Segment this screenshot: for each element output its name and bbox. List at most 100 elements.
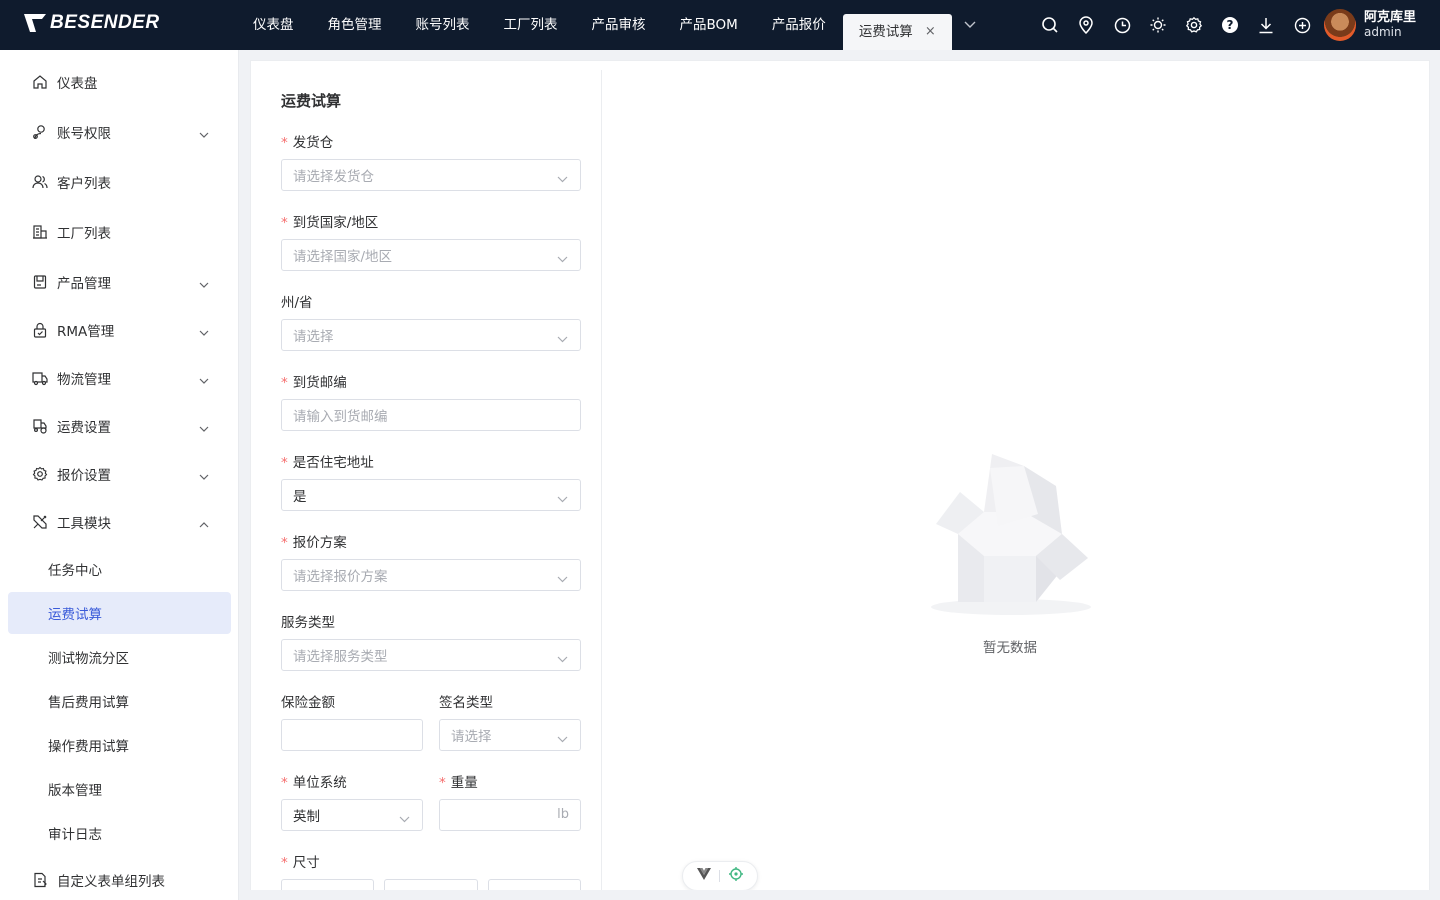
gear-icon[interactable] (1176, 0, 1212, 50)
sidebar-item-account-permissions[interactable]: 账号权限 (0, 110, 239, 154)
plus-circle-icon[interactable] (1284, 0, 1320, 50)
sidebar-item-label: 产品管理 (57, 276, 111, 292)
chevron-down-icon (199, 276, 209, 292)
vue-logo-icon[interactable] (697, 868, 712, 884)
close-icon[interactable]: × (925, 14, 936, 50)
target-icon[interactable] (728, 867, 743, 885)
chevron-down-icon (199, 420, 209, 436)
sidebar-subitem-audit-log[interactable]: 审计日志 (8, 812, 231, 854)
sidebar-subitem-freight-calc[interactable]: 运费试算 (8, 592, 231, 634)
size-label-text: 尺寸 (292, 855, 320, 871)
gear-icon (32, 466, 48, 482)
nav-tab-active-label: 运费试算 (858, 24, 913, 40)
nav-tab-accounts[interactable]: 账号列表 (399, 0, 487, 50)
unit-system-label: * 单位系统 (281, 771, 347, 791)
toolbar: ? (1032, 0, 1320, 50)
panel-divider (601, 70, 602, 890)
weight-input[interactable]: lb (439, 799, 581, 831)
sidebar-item-rma[interactable]: RMA管理 (0, 308, 239, 352)
sidebar-subitem-test-logistics-zone[interactable]: 测试物流分区 (8, 636, 231, 678)
sidebar-item-custom-forms[interactable]: 自定义表单组列表 (0, 858, 239, 900)
sidebar-item-label: 仪表盘 (57, 76, 98, 92)
sidebar-item-products[interactable]: 产品管理 (0, 260, 239, 304)
chevron-down-icon[interactable] (964, 18, 976, 32)
bottom-strip (240, 890, 1440, 900)
chevron-down-icon (557, 251, 568, 267)
sidebar-subitem-version-management[interactable]: 版本管理 (8, 768, 231, 810)
sidebar-item-quote-settings[interactable]: 报价设置 (0, 452, 239, 496)
logo-icon (24, 14, 46, 32)
sidebar-subitem-aftersale-fee-calc[interactable]: 售后费用试算 (8, 680, 231, 722)
sidebar-item-freight-settings[interactable]: 运费设置 (0, 404, 239, 448)
logo[interactable]: BESENDER (22, 12, 160, 34)
sidebar-item-customers[interactable]: 客户列表 (0, 160, 239, 204)
zip-input[interactable]: 请输入到货邮编 (281, 399, 581, 431)
sidebar-item-label: 自定义表单组列表 (57, 874, 165, 890)
box-icon (32, 274, 48, 290)
nav-tab-roles[interactable]: 角色管理 (311, 0, 399, 50)
nav-tab-product-quote[interactable]: 产品报价 (755, 0, 843, 50)
sidebar-item-label: 工厂列表 (57, 226, 111, 242)
warehouse-label: * 发货仓 (281, 131, 333, 151)
plan-select[interactable]: 请选择报价方案 (281, 559, 581, 591)
nav-tab-product-review[interactable]: 产品审核 (575, 0, 663, 50)
clock-icon[interactable] (1104, 0, 1140, 50)
chevron-up-icon (199, 516, 209, 532)
floating-devtools-bar[interactable] (682, 861, 758, 891)
location-icon[interactable] (1068, 0, 1104, 50)
insurance-input[interactable] (281, 719, 423, 751)
signature-placeholder: 请选择 (451, 729, 492, 745)
empty-box-icon (931, 454, 1091, 615)
sidebar-item-factories[interactable]: 工厂列表 (0, 210, 239, 254)
required-mark: * (281, 215, 288, 231)
state-select[interactable]: 请选择 (281, 319, 581, 351)
country-label-text: 到货国家/地区 (292, 215, 379, 231)
signature-select[interactable]: 请选择 (439, 719, 581, 751)
zip-label: * 到货邮编 (281, 371, 347, 391)
nav-tab-dashboard[interactable]: 仪表盘 (236, 0, 311, 50)
sidebar-item-logistics[interactable]: 物流管理 (0, 356, 239, 400)
nav-tab-freight-calc[interactable]: 运费试算 × (842, 14, 952, 50)
avatar[interactable] (1324, 9, 1356, 41)
plan-label: * 报价方案 (281, 531, 347, 551)
sidebar-item-dashboard[interactable]: 仪表盘 (0, 60, 239, 104)
sidebar-subitem-task-center[interactable]: 任务中心 (8, 548, 231, 590)
residential-select[interactable]: 是 (281, 479, 581, 511)
chevron-down-icon (199, 468, 209, 484)
sidebar-item-label: 运费设置 (57, 420, 111, 436)
chevron-down-icon (557, 651, 568, 667)
plan-placeholder: 请选择报价方案 (293, 569, 388, 585)
sun-icon[interactable] (1140, 0, 1176, 50)
warehouse-select[interactable]: 请选择发货仓 (281, 159, 581, 191)
download-icon[interactable] (1248, 0, 1284, 50)
nav-tab-product-bom[interactable]: 产品BOM (663, 0, 755, 50)
chevron-down-icon (199, 324, 209, 340)
sidebar-subitem-operation-fee-calc[interactable]: 操作费用试算 (8, 724, 231, 766)
sidebar-item-tools[interactable]: 工具模块 (0, 500, 239, 544)
unit-system-select[interactable]: 英制 (281, 799, 423, 831)
user-name: 阿克库里 (1364, 10, 1417, 25)
service-select[interactable]: 请选择服务类型 (281, 639, 581, 671)
residential-value: 是 (293, 489, 307, 505)
empty-state-text: 暂无数据 (983, 640, 1037, 656)
user-menu[interactable]: 阿克库里 admin (1324, 9, 1416, 41)
nav-tab-factories[interactable]: 工厂列表 (487, 0, 575, 50)
weight-label: * 重量 (439, 771, 478, 791)
help-icon[interactable]: ? (1212, 0, 1248, 50)
truck-icon (32, 370, 48, 386)
chevron-down-icon (399, 811, 410, 827)
user-info: 阿克库里 admin (1364, 10, 1416, 40)
signature-label: 签名类型 (439, 695, 493, 711)
chevron-down-icon (199, 372, 209, 388)
sidebar-item-label: 工具模块 (57, 516, 111, 532)
logo-text: BESENDER (50, 12, 160, 33)
service-placeholder: 请选择服务类型 (293, 649, 388, 665)
required-mark: * (281, 855, 288, 871)
warehouse-label-text: 发货仓 (292, 135, 334, 151)
chevron-down-icon (557, 731, 568, 747)
country-select[interactable]: 请选择国家/地区 (281, 239, 581, 271)
insurance-label: 保险金额 (281, 695, 335, 711)
lock-icon (32, 322, 48, 338)
search-icon[interactable] (1032, 0, 1068, 50)
svg-text:?: ? (1227, 18, 1234, 32)
